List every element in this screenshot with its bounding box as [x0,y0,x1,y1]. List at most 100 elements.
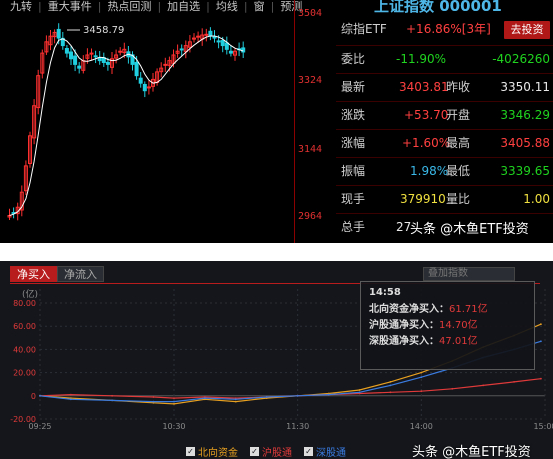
flow-tabs: 净买入 净流入 [10,266,104,282]
quote-panel: 上证指数 000001 综指ETF +16.86%[3年] 去投资 委比 -11… [336,0,553,243]
northbound-flow-panel: 80.00 60.00 40.00 20.00 0 -20.00 09:25 10:30 11… [0,261,553,459]
price-axis: 3504 3324 3144 2964 [294,0,334,243]
quote-label: 涨跌 [341,108,366,122]
series-point [389,384,392,387]
tooltip-row: 深股通净买入：47.01亿 [369,336,478,347]
unit-label: (亿) [22,290,39,300]
quote-label: 委比 [341,52,366,66]
x-tick-label: 14:00 [410,422,433,431]
series-point [70,398,72,401]
tab-net-inflow[interactable]: 净流入 [57,266,104,282]
tooltip-row: 沪股通净买入：14.70亿 [369,320,478,331]
chart-tooltip: 14:58 北向资金净买入：61.71亿 沪股通净买入：14.70亿 深股通净买… [360,281,535,370]
series-point [296,394,299,397]
candle-body [146,86,151,89]
series-point [358,391,361,394]
series-point [420,376,423,379]
quote-value: 1.98% [410,164,449,178]
kline-chart[interactable]: 九转 | 重大事件 | 热点回测 | 加自选 | 均线 | 窗 | 预测 3458.79 3… [0,0,334,243]
ma-line [9,35,244,216]
series-point [70,393,72,396]
quote-label: 最低 [446,164,471,178]
candle-body [118,50,123,53]
candle-body [77,65,82,69]
legend-sz[interactable]: ✓ 深股通 [304,444,346,459]
x-tick-label: 09:25 [28,422,51,431]
series-point [540,340,542,343]
candle-body [138,77,143,84]
y-tick-label: 40.00 [13,345,36,354]
x-tick-label: 10:30 [162,422,185,431]
x-tick-label: 15:00 [533,422,553,431]
quote-value: 3346.29 [500,108,550,122]
legend-sh[interactable]: ✓ 沪股通 [250,444,292,459]
candle-body [97,57,102,62]
series-point [389,381,392,383]
candle-body [56,28,61,39]
high-marker-label: 3458.79 [83,25,124,36]
series-line [39,378,541,399]
quote-value: 1.00 [523,192,550,206]
candle-body [204,33,209,36]
tab-net-buy[interactable]: 净买入 [10,266,57,282]
quote-value: -11.90% [396,52,447,66]
candle-body [64,48,69,54]
quote-label: 昨收 [446,80,471,94]
series-point [451,387,454,390]
overlay-index-dropdown[interactable]: 叠加指数 [423,267,515,281]
candle-body [208,30,213,37]
price-label: 3324 [298,75,323,86]
candle-body [212,36,217,39]
series-point [540,323,542,326]
price-label: 2964 [298,211,323,222]
quote-value: -4026260 [492,52,550,66]
legend-north[interactable]: ✓ 北向资金 [186,444,238,459]
quote-label: 量比 [446,192,471,206]
series-point [39,394,41,397]
candle-body [89,52,94,55]
price-label: 3504 [298,8,323,19]
y-tick-label: 60.00 [13,322,36,331]
series-point [482,384,485,387]
candle-body [196,35,201,38]
watermark: 头条 @木鱼ETF投资 [412,445,531,459]
series-point [173,403,175,405]
quote-value: 27 [396,220,412,234]
quote-row-weibi: 委比 -11.90% -4026260 [336,45,553,71]
candle-body [163,63,168,66]
candle-body [220,40,225,47]
series-point [389,391,392,394]
series-point [420,371,423,374]
series-point [327,393,330,396]
etf-row: 综指ETF +16.86%[3年] 去投资 [336,16,553,42]
tooltip-time: 14:58 [369,287,401,298]
series-point [265,396,268,398]
series-point [234,398,237,401]
series-point [173,400,175,403]
x-tick-label: 11:30 [286,422,309,431]
candle-body [105,61,110,65]
etf-change: +16.86%[3年] [406,22,491,36]
checkbox-icon: ✓ [186,447,195,456]
invest-button[interactable]: 去投资 [504,21,550,39]
candle-body [216,40,221,43]
quote-row-volume: 现手 379910 量比 1.00 [336,185,553,211]
candle-body [224,42,229,50]
series-point [173,397,175,399]
index-title: 上证指数 000001 [374,0,502,15]
series-point [358,389,361,391]
series-point [111,394,113,397]
tooltip-row: 北向资金净买入：61.71亿 [369,304,488,315]
candle-body [142,83,147,92]
quote-row-amplitude: 振幅 1.98% 最低 3339.65 [336,157,553,183]
watermark: 头条 @木鱼ETF投资 [410,222,529,237]
candle-body [134,61,139,77]
candle-body [93,55,98,58]
candle-body [241,47,246,53]
quote-label: 总手 [341,220,366,234]
quote-label: 涨幅 [341,136,366,150]
candle-body [69,51,73,60]
candlestick-svg: 3458.79 [7,23,246,221]
y-tick-label: 0 [31,392,36,401]
series-point [152,400,155,403]
